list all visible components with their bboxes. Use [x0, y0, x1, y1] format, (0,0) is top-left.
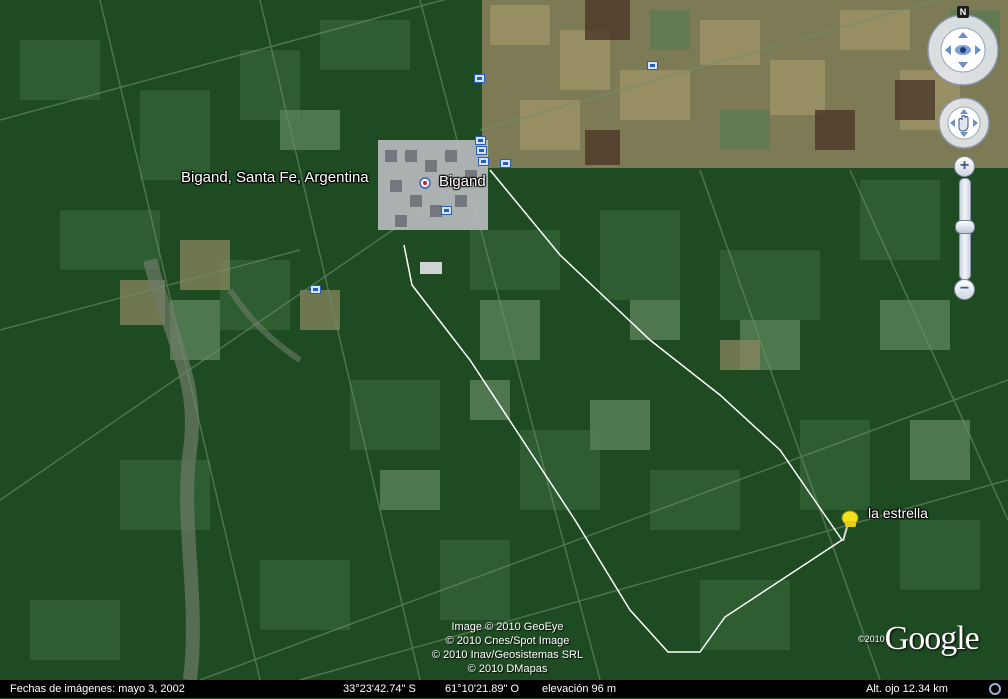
place-label-full[interactable]: Bigand, Santa Fe, Argentina: [181, 169, 369, 186]
copyright-line: © 2010 Inav/Geosistemas SRL: [431, 649, 584, 661]
placemark-label[interactable]: la estrella: [868, 505, 928, 521]
town-label[interactable]: Bigand: [439, 173, 486, 190]
imagery-copyright: Image © 2010 GeoEye © 2010 Cnes/Spot Ima…: [400, 620, 615, 676]
logo-text: Google: [884, 620, 980, 657]
copyright-line: Image © 2010 GeoEye: [451, 621, 564, 633]
zoom-in-button[interactable]: +: [954, 156, 975, 177]
poi-marker-icon[interactable]: [478, 157, 489, 166]
compass-north-label[interactable]: N: [957, 6, 969, 18]
poi-marker-icon[interactable]: [310, 285, 321, 294]
zoom-slider-handle[interactable]: [955, 220, 975, 234]
poi-marker-icon[interactable]: [474, 74, 485, 83]
move-control[interactable]: [937, 96, 991, 150]
pushpin-icon[interactable]: [834, 505, 862, 545]
elevation-readout: elevación 96 m: [542, 683, 616, 695]
eye-altitude-readout: Alt. ojo 12.34 km: [866, 683, 948, 695]
poi-marker-icon[interactable]: [475, 136, 486, 145]
status-bar: Fechas de imágenes: mayo 3, 2002 33°23'4…: [0, 680, 1008, 698]
poi-marker-icon[interactable]: [476, 146, 487, 155]
copyright-line: © 2010 DMapas: [467, 663, 548, 675]
town-center-icon[interactable]: [419, 176, 431, 189]
copyright-line: © 2010 Cnes/Spot Image: [445, 635, 570, 647]
google-logo: ©2010Google: [858, 620, 980, 658]
poi-marker-icon[interactable]: [500, 159, 511, 168]
poi-marker-icon[interactable]: [441, 206, 452, 215]
satellite-terrain: [0, 0, 1008, 680]
logo-year: ©2010: [858, 634, 885, 644]
poi-marker-icon[interactable]: [647, 61, 658, 70]
imagery-date: Fechas de imágenes: mayo 3, 2002: [10, 683, 185, 695]
streaming-indicator-icon: [988, 682, 1002, 699]
longitude-readout: 61°10'21.89" O: [445, 683, 520, 695]
compass-look-control[interactable]: N: [925, 6, 1001, 88]
zoom-out-button[interactable]: −: [954, 279, 975, 300]
latitude-readout: 33°23'42.74" S: [343, 683, 416, 695]
satellite-map-view[interactable]: Bigand, Santa Fe, Argentina Bigand la es…: [0, 0, 1008, 680]
